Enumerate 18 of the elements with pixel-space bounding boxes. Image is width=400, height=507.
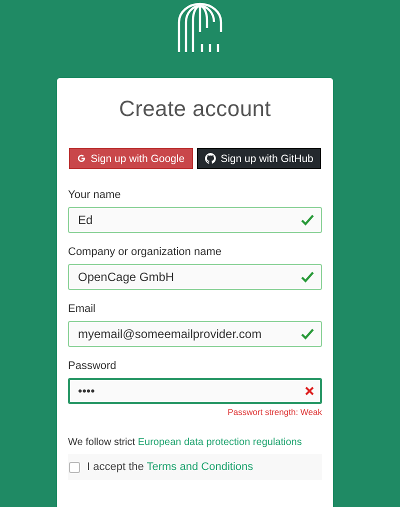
checkbox[interactable]: [69, 462, 80, 472]
github-signup-button[interactable]: Sign up with GitHub: [196, 148, 322, 169]
field-label: Company or organization name: [68, 246, 222, 258]
field-label: Email: [68, 303, 97, 315]
google-signup-button[interactable]: Sign up with Google: [68, 148, 193, 169]
logo-icon: [177, 2, 223, 52]
field-label: Password: [68, 360, 118, 372]
privacy-text: We follow strict European data protection regulations: [68, 437, 303, 448]
input-field[interactable]: ••••: [68, 378, 322, 404]
input-field[interactable]: myemail@someemailprovider.com: [68, 321, 322, 347]
input-field[interactable]: OpenCage GmbH: [68, 264, 322, 290]
terms-label: I accept the Terms and Conditions: [87, 461, 254, 473]
input-field[interactable]: Ed: [68, 207, 322, 233]
field-label: Your name: [68, 189, 122, 201]
google-icon: [76, 154, 86, 163]
page-title: Create account: [118, 96, 272, 122]
github-icon: [204, 153, 216, 164]
error-message: Passwort strength: Weak: [226, 407, 322, 417]
